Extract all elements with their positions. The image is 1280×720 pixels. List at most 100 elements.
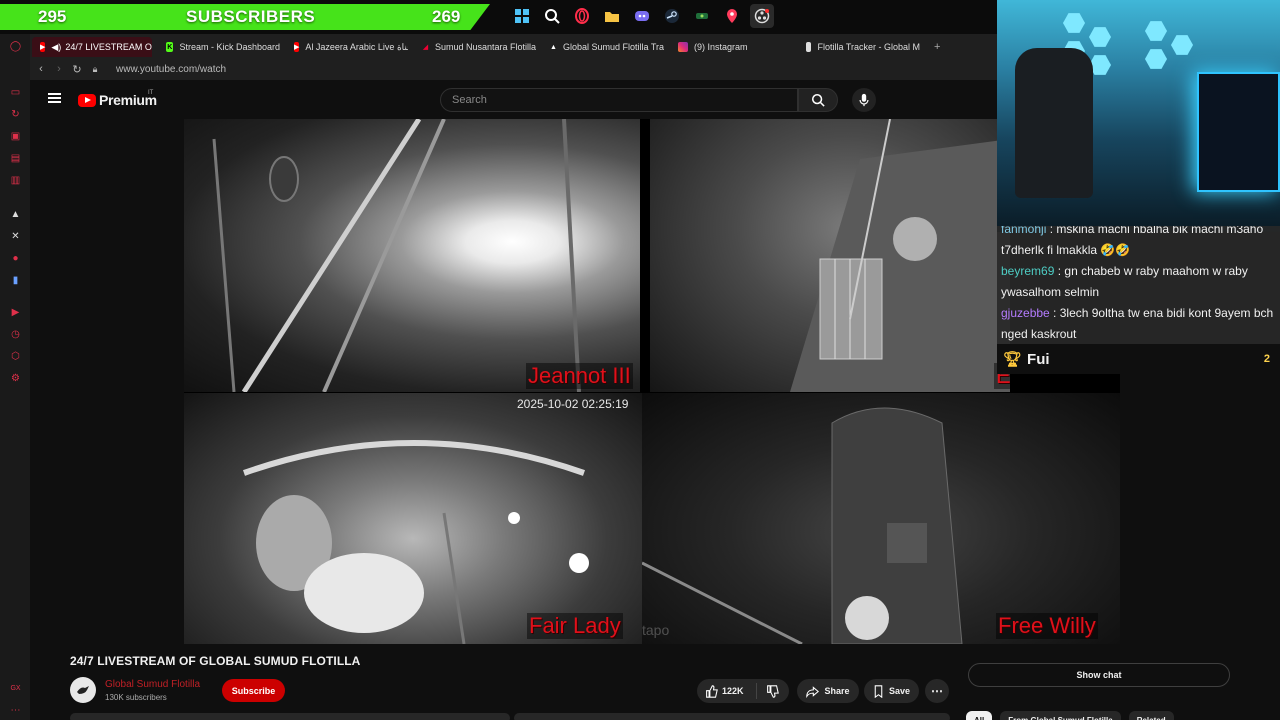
tab-label: 24/7 LIVESTREAM OF [65, 42, 152, 52]
reload-icon[interactable]: ↻ [68, 63, 86, 76]
back-icon[interactable]: ‹ [32, 63, 50, 75]
nvidia-icon[interactable] [690, 4, 714, 28]
video-title: 24/7 LIVESTREAM OF GLOBAL SUMUD FLOTILLA [70, 654, 361, 668]
home-icon[interactable]: ▭ [9, 86, 22, 99]
camera-label-free-willy: Free Willy [996, 613, 1098, 639]
chat-message: fanmohji : mskina machi hbalha bik machi… [1001, 226, 1276, 261]
dove-icon [77, 686, 89, 694]
comments-box[interactable] [514, 713, 950, 720]
hex-light-icon [1145, 21, 1167, 41]
gx-corner-icon[interactable]: GX [9, 682, 22, 695]
forward-icon[interactable]: › [50, 63, 68, 75]
channel-avatar[interactable] [70, 677, 96, 703]
video-timestamp: 2025-10-02 02:25:19 [517, 397, 629, 411]
discord-icon[interactable] [630, 4, 654, 28]
voice-search-button[interactable] [852, 88, 876, 112]
thumbs-down-icon [766, 684, 779, 698]
more-actions-button[interactable]: ⋯ [925, 679, 949, 703]
tab-al-jazeera[interactable]: ▶ Al Jazeera Arabic Live قناة [286, 37, 408, 57]
camera-scene-free-willy [642, 407, 963, 644]
chat-username: gjuzebbe [1001, 306, 1050, 320]
more-icon: ⋯ [931, 684, 943, 698]
tab-label: Al Jazeera Arabic Live قناة [305, 41, 408, 52]
search-input[interactable]: Search [440, 88, 798, 112]
subscriber-banner-label: SUBSCRIBERS [186, 7, 316, 26]
windows-icon[interactable] [510, 4, 534, 28]
new-tab-button[interactable]: + [926, 37, 946, 57]
hex-light-icon [1145, 49, 1167, 69]
youtube-logo[interactable]: Premium [78, 92, 157, 108]
camera-feed-free-willy: Free Willy [642, 393, 1120, 644]
channel-name-link[interactable]: Global Sumud Flotilla [105, 679, 200, 690]
tab-label: (9) Instagram [694, 42, 748, 52]
folder-icon[interactable] [600, 4, 624, 28]
share-label: Share [824, 686, 850, 696]
chat-overlay: fanmohji : mskina machi hbalha bik machi… [997, 226, 1280, 344]
messenger-icon[interactable]: ▤ [9, 152, 22, 165]
audio-icon[interactable]: ◀) [51, 42, 61, 53]
url-field[interactable]: www.youtube.com/watch [116, 64, 226, 75]
lock-icon: 🔒︎ [92, 63, 98, 74]
player-icon[interactable]: ▶ [9, 306, 22, 319]
trophy-icon: 🏆︎ [1003, 351, 1023, 368]
chip-related[interactable]: Related [1128, 711, 1174, 720]
maps-icon[interactable] [720, 4, 744, 28]
obs-icon[interactable] [750, 4, 774, 28]
monitor [1197, 72, 1280, 192]
search-placeholder: Search [452, 94, 487, 106]
settings-icon[interactable]: ⚙ [9, 372, 22, 385]
tracker-icon [806, 42, 812, 52]
dislike-button[interactable] [757, 684, 787, 698]
opera-gx-icon[interactable] [570, 4, 594, 28]
steam-icon[interactable] [660, 4, 684, 28]
streamer-webcam [997, 0, 1280, 232]
kick-icon: K [166, 42, 174, 52]
chip-from-channel[interactable]: From Global Sumud Flotilla [1000, 711, 1121, 720]
camera-scene-estrella [790, 119, 1010, 392]
country-code: IT [148, 90, 154, 96]
x-twitter-icon[interactable]: ✕ [9, 230, 22, 243]
search-button[interactable] [798, 88, 838, 112]
twitch-icon[interactable]: ● [9, 252, 22, 265]
history-icon[interactable]: ◷ [9, 328, 22, 341]
video-player[interactable]: Jeannot III Estrella Fa [184, 119, 1120, 644]
like-dislike-group: 122K [697, 679, 789, 703]
search-icon [811, 93, 825, 107]
browser-sidebar: ◯ ▭ ↻ ▣ ▤ ▥ ▲ ✕ ● ▮ ▶ ◷ ⬡ ⚙ GX ⋯ [0, 34, 30, 720]
top-chatter-bar: 🏆︎ Fui 2 [997, 344, 1280, 374]
share-icon [806, 685, 820, 698]
tab-kick-dashboard[interactable]: K Stream - Kick Dashboard [158, 37, 280, 57]
subscribe-button[interactable]: Subscribe [222, 679, 285, 702]
menu-icon[interactable] [48, 93, 61, 103]
thumbs-up-icon [706, 684, 718, 698]
tab-label: Global Sumud Flotilla Trac [562, 42, 664, 52]
tab-flotilla-tracker[interactable]: Flotilla Tracker - Global M [798, 37, 920, 57]
top-chatter-name: Fui [1027, 350, 1050, 368]
save-button[interactable]: Save [864, 679, 919, 703]
bag-icon[interactable]: ▣ [9, 130, 22, 143]
tab-sumud-nusantara[interactable]: ◢ Sumud Nusantara Flotilla [414, 37, 536, 57]
tab-flotilla-tracker-global[interactable]: ▲ Global Sumud Flotilla Trac [542, 37, 664, 57]
flotilla-icon: ◢ [422, 44, 429, 51]
kick-sidebar-icon[interactable]: ▲ [9, 208, 22, 221]
extensions-icon[interactable]: ⬡ [9, 350, 22, 363]
tab-youtube-livestream[interactable]: ▶ ◀) 24/7 LIVESTREAM OF [32, 37, 152, 57]
bookmark-icon [874, 684, 883, 698]
description-box[interactable] [70, 713, 510, 720]
show-chat-button[interactable]: Show chat [968, 663, 1230, 687]
like-button[interactable]: 122K [697, 683, 757, 699]
share-button[interactable]: Share [797, 679, 859, 703]
speed-icon[interactable]: ↻ [9, 108, 22, 121]
tab-label: Sumud Nusantara Flotilla [434, 42, 536, 52]
chip-all[interactable]: All [966, 711, 993, 720]
channel-subscriber-count: 130K subscribers [105, 693, 167, 702]
search-icon[interactable] [540, 4, 564, 28]
opera-logo-icon[interactable]: ◯ [9, 40, 22, 53]
subscriber-goal-banner: 295 SUBSCRIBERS 269 [0, 4, 490, 30]
tab-instagram[interactable]: (9) Instagram [670, 37, 792, 57]
save-label: Save [888, 686, 911, 696]
more-sidebar-icon[interactable]: ⋯ [9, 704, 22, 717]
music-icon[interactable]: ▥ [9, 174, 22, 187]
vpn-icon[interactable]: ▮ [9, 274, 22, 287]
chat-message: gjuzebbe : 3lech 9oltha tw ena bidi kont… [1001, 306, 1274, 341]
